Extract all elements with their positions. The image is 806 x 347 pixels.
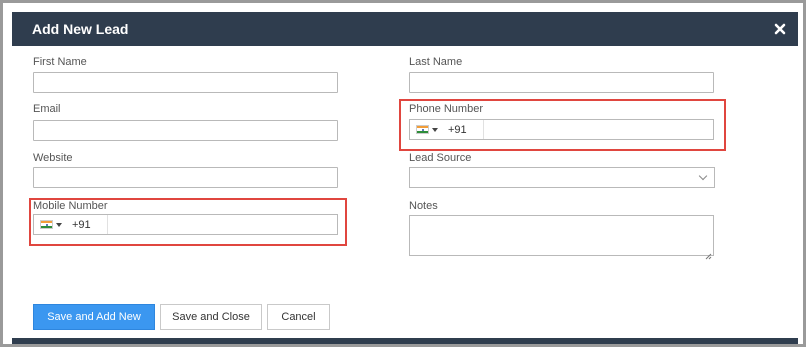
mobile-number-label: Mobile Number [33, 200, 108, 212]
phone-dial-code: +91 [444, 120, 484, 139]
mobile-country-selector[interactable] [34, 215, 68, 234]
india-flag-icon [416, 125, 429, 134]
last-name-input[interactable] [409, 72, 714, 93]
mobile-number-field[interactable]: +91 [33, 214, 338, 235]
last-name-label: Last Name [409, 56, 463, 68]
website-label: Website [33, 152, 73, 164]
notes-textarea[interactable] [409, 215, 714, 260]
dialog-title: Add New Lead [32, 21, 129, 37]
cancel-button[interactable]: Cancel [267, 304, 330, 330]
close-icon[interactable] [772, 21, 788, 37]
first-name-input[interactable] [33, 72, 338, 93]
dialog-header: Add New Lead [12, 12, 798, 46]
notes-label: Notes [409, 200, 438, 212]
phone-country-selector[interactable] [410, 120, 444, 139]
phone-number-field[interactable]: +91 [409, 119, 714, 140]
lead-source-select[interactable] [409, 167, 715, 188]
first-name-label: First Name [33, 56, 87, 68]
india-flag-icon [40, 220, 53, 229]
email-label: Email [33, 103, 61, 115]
mobile-dial-code: +91 [68, 215, 108, 234]
resize-grip-icon[interactable] [705, 247, 712, 260]
save-and-close-button[interactable]: Save and Close [160, 304, 262, 330]
caret-down-icon [432, 127, 438, 132]
dialog-frame: Add New Lead First Name Last Name Email … [0, 0, 806, 347]
save-and-add-new-button[interactable]: Save and Add New [33, 304, 155, 330]
phone-number-label: Phone Number [409, 103, 483, 115]
website-input[interactable] [33, 167, 338, 188]
dialog-bottom-bar [12, 338, 798, 344]
chevron-down-icon [698, 171, 708, 181]
email-input[interactable] [33, 120, 338, 141]
caret-down-icon [56, 222, 62, 227]
lead-source-label: Lead Source [409, 152, 472, 164]
